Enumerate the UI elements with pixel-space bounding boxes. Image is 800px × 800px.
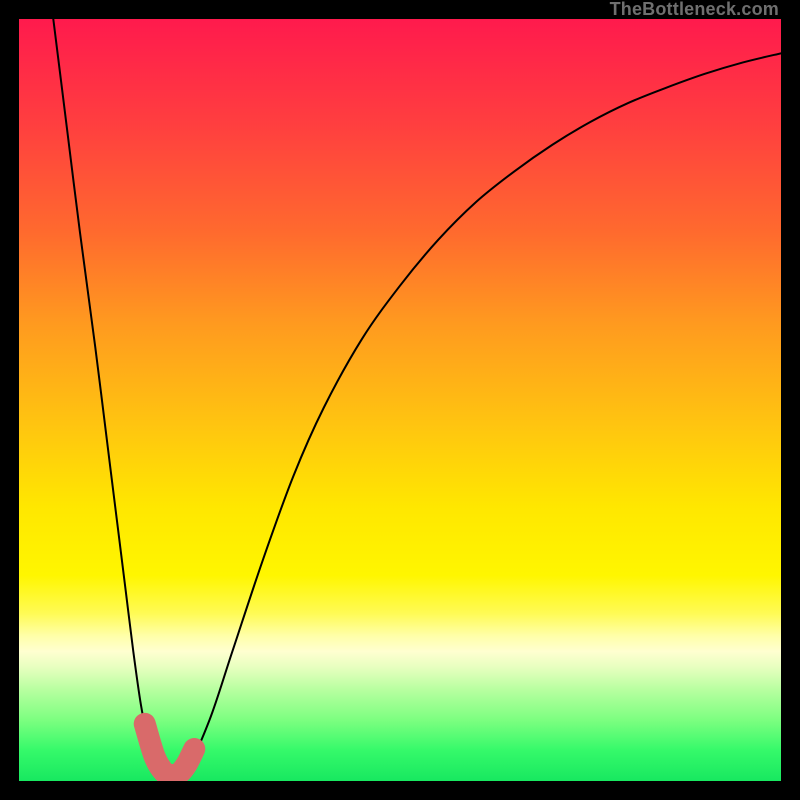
plot-area [19, 19, 781, 781]
marker-dot [145, 747, 165, 767]
curve-path [53, 19, 781, 778]
chart-frame: TheBottleneck.com [0, 0, 800, 800]
bottleneck-curve [19, 19, 781, 781]
watermark-text: TheBottleneck.com [610, 0, 779, 19]
marker-dot [137, 716, 153, 732]
